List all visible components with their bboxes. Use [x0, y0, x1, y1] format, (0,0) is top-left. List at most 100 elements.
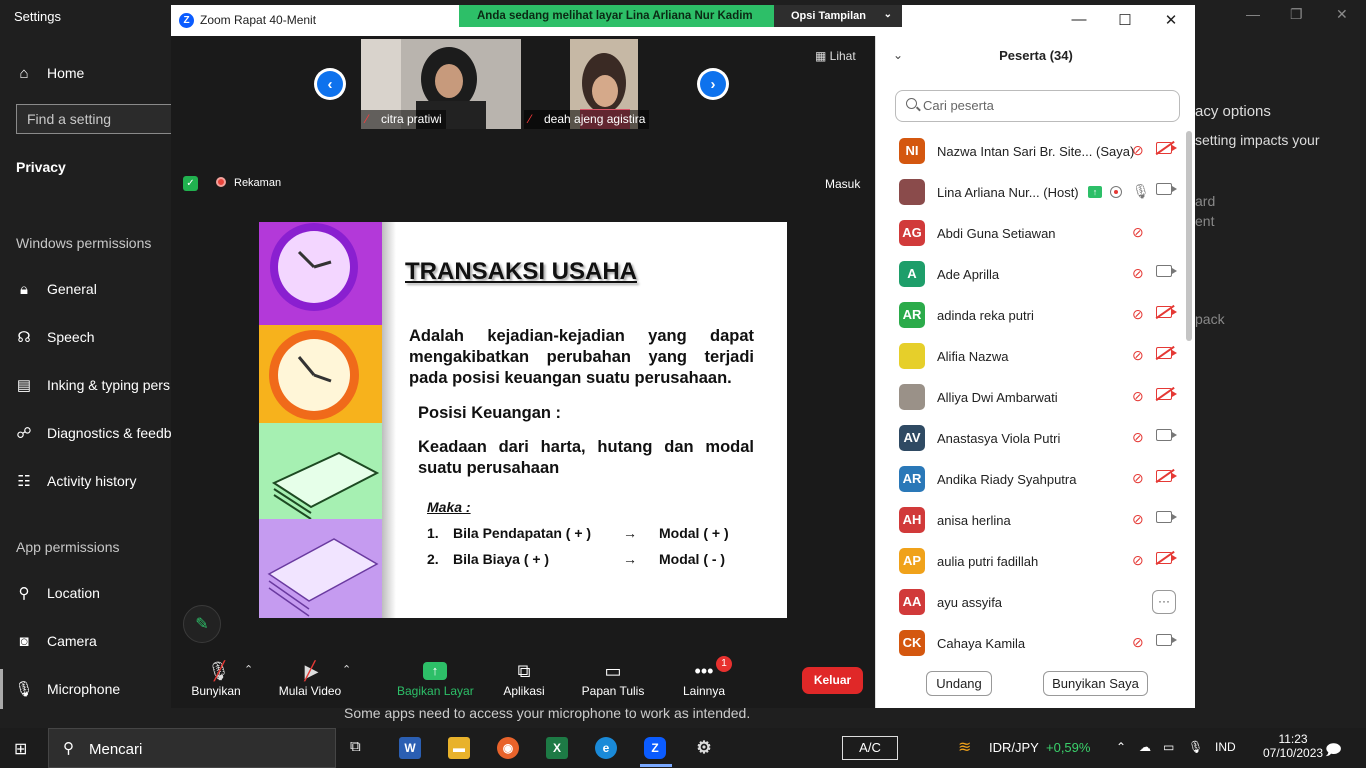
video-off-icon[interactable] — [1156, 470, 1177, 482]
share-screen-button[interactable]: ↑ Bagikan Layar — [397, 658, 474, 698]
annotate-pen-button[interactable]: ✎ — [183, 605, 221, 643]
taskbar-search[interactable]: ⚲ Mencari — [48, 728, 336, 768]
apps-button[interactable]: ⧉ Aplikasi — [501, 658, 547, 699]
start-video-button[interactable]: ▶︎ ╱ Mulai Video — [277, 658, 343, 699]
scrollbar[interactable] — [1186, 131, 1192, 341]
participant-row[interactable]: AR adinda reka putri ⊘ — [876, 295, 1186, 336]
participant-name: adinda reka putri — [937, 308, 1034, 323]
task-view-icon[interactable]: ⧉ — [350, 738, 361, 755]
invite-button[interactable]: Undang — [926, 671, 992, 696]
nav-diagnostics[interactable]: ☍ Diagnostics & feedb — [0, 413, 172, 453]
mic-muted-icon[interactable]: ⊘ — [1132, 552, 1144, 569]
nav-general[interactable]: 🔒︎ General — [0, 269, 172, 309]
unmute-me-button[interactable]: Bunyikan Saya — [1043, 671, 1148, 696]
participant-row[interactable]: AG Abdi Guna Setiawan ⊘ — [876, 213, 1186, 254]
video-on-icon[interactable] — [1156, 429, 1177, 441]
view-button[interactable]: ▦ Lihat — [815, 49, 856, 63]
zoom-maximize-icon[interactable]: ☐ — [1115, 11, 1135, 29]
microphone-tray-icon[interactable]: 🎙︎ — [1188, 740, 1203, 754]
participant-row[interactable]: AR Andika Riady Syahputra ⊘ — [876, 459, 1186, 500]
participant-row[interactable]: A Ade Aprilla ⊘ — [876, 254, 1186, 295]
firefox-icon[interactable]: ◉ — [497, 737, 519, 759]
prev-page-button[interactable]: ‹ — [314, 68, 346, 100]
video-on-icon[interactable] — [1156, 265, 1177, 277]
leave-button[interactable]: Keluar — [802, 667, 863, 694]
network-icon[interactable]: ▭ — [1163, 740, 1174, 754]
participant-search-input[interactable]: Cari peserta — [895, 90, 1180, 122]
nav-activity[interactable]: ☷ Activity history — [0, 461, 172, 501]
nav-speech[interactable]: ☊ Speech — [0, 317, 172, 357]
video-off-icon[interactable] — [1156, 388, 1177, 400]
minimize-icon[interactable]: — — [1246, 6, 1260, 22]
recording-indicator[interactable]: Rekaman — [216, 177, 281, 189]
restore-icon[interactable]: ❐ — [1290, 6, 1303, 23]
mic-muted-icon[interactable]: ⊘ — [1132, 224, 1144, 241]
zoom-minimize-icon[interactable]: — — [1069, 11, 1089, 28]
nav-microphone[interactable]: 🎙︎ Microphone — [0, 669, 172, 709]
video-options-chevron-icon[interactable]: ⌃ — [342, 663, 351, 676]
nav-camera[interactable]: ◙ Camera — [0, 621, 172, 661]
cloud-icon[interactable]: ☁ — [1139, 740, 1151, 754]
video-on-icon[interactable] — [1156, 511, 1177, 523]
masuk-button[interactable]: Masuk — [825, 177, 860, 191]
nav-home[interactable]: ⌂ Home — [0, 53, 172, 93]
participant-row[interactable]: AA ayu assyifa ··· — [876, 582, 1186, 623]
video-off-icon[interactable] — [1156, 347, 1177, 359]
nav-inking[interactable]: ▤ Inking & typing pers — [0, 365, 172, 405]
participant-row[interactable]: AP aulia putri fadillah ⊘ — [876, 541, 1186, 582]
excel-icon[interactable]: X — [546, 737, 568, 759]
view-options-button[interactable]: Opsi Tampilan ⌄ — [774, 5, 902, 27]
file-explorer-icon[interactable]: ▬ — [448, 737, 470, 759]
video-off-icon[interactable] — [1156, 142, 1177, 154]
ticker-label[interactable]: IDR/JPY — [989, 740, 1039, 755]
participant-row[interactable]: Lina Arliana Nur... (Host) ↑ 🎙︎ — [876, 172, 1186, 213]
mic-muted-icon[interactable]: ⊘ — [1132, 347, 1144, 364]
nav-location[interactable]: ⚲ Location — [0, 573, 172, 613]
whiteboard-button[interactable]: ▭ Papan Tulis — [581, 658, 645, 699]
zoom-close-icon[interactable]: ✕ — [1161, 11, 1181, 29]
close-icon[interactable]: ✕ — [1336, 6, 1348, 23]
mic-on-icon[interactable]: 🎙︎ — [1132, 183, 1150, 200]
video-off-icon[interactable] — [1156, 306, 1177, 318]
video-off-icon[interactable] — [1156, 552, 1177, 564]
slide-definition: Adalah kejadian-kejadian yang dapat meng… — [409, 327, 754, 387]
avatar: A — [899, 261, 925, 287]
participant-row[interactable]: Alliya Dwi Ambarwati ⊘ — [876, 377, 1186, 418]
mic-muted-icon[interactable]: ⊘ — [1132, 634, 1144, 651]
language-indicator[interactable]: IND — [1215, 740, 1236, 754]
speech-icon: ☊ — [17, 329, 31, 346]
participant-row[interactable]: NI Nazwa Intan Sari Br. Site... (Saya) ⊘ — [876, 131, 1186, 172]
unmute-button[interactable]: 🎙︎ ╱ Bunyikan — [191, 658, 241, 699]
avatar: AV — [899, 425, 925, 451]
video-on-icon[interactable] — [1156, 634, 1177, 646]
find-setting-input[interactable]: Find a setting — [16, 104, 176, 134]
word-icon[interactable]: W — [399, 737, 421, 759]
section-windows-permissions: Windows permissions — [16, 235, 152, 251]
participant-row[interactable]: AH anisa herlina ⊘ — [876, 500, 1186, 541]
mic-muted-icon[interactable]: ⊘ — [1132, 265, 1144, 282]
video-tile[interactable]: ⁄ deah ajeng agistira — [524, 39, 684, 129]
mic-muted-icon[interactable]: ⊘ — [1132, 511, 1144, 528]
mic-muted-icon[interactable]: ⊘ — [1132, 306, 1144, 323]
windows-start-icon[interactable]: ⊞ — [14, 739, 27, 759]
ac-indicator[interactable]: A/C — [842, 736, 898, 760]
clock[interactable]: 11:23 07/10/2023 — [1263, 732, 1323, 760]
participant-row[interactable]: AV Anastasya Viola Putri ⊘ — [876, 418, 1186, 459]
edge-icon[interactable]: e — [595, 737, 617, 759]
audio-options-chevron-icon[interactable]: ⌃ — [244, 663, 253, 676]
settings-gear-icon[interactable]: ⚙ — [693, 737, 715, 759]
participant-name: Anastasya Viola Putri — [937, 431, 1061, 446]
mic-muted-icon[interactable]: ⊘ — [1132, 429, 1144, 446]
video-tile[interactable]: ⁄ citra pratiwi — [361, 39, 521, 129]
mic-muted-icon[interactable]: ⊘ — [1132, 470, 1144, 487]
next-page-button[interactable]: › — [697, 68, 729, 100]
mic-muted-icon[interactable]: ⊘ — [1132, 388, 1144, 405]
participant-row[interactable]: Alifia Nazwa ⊘ — [876, 336, 1186, 377]
participant-row[interactable]: CK Cahaya Kamila ⊘ — [876, 623, 1186, 664]
more-options-button[interactable]: ··· — [1152, 590, 1176, 614]
mic-muted-icon[interactable]: ⊘ — [1132, 142, 1144, 159]
video-on-icon[interactable] — [1156, 183, 1177, 195]
zoom-taskbar-icon[interactable]: Z — [644, 737, 666, 759]
notifications-icon[interactable]: 🗩 — [1325, 740, 1342, 765]
chevron-up-icon[interactable]: ⌃ — [1116, 740, 1126, 754]
